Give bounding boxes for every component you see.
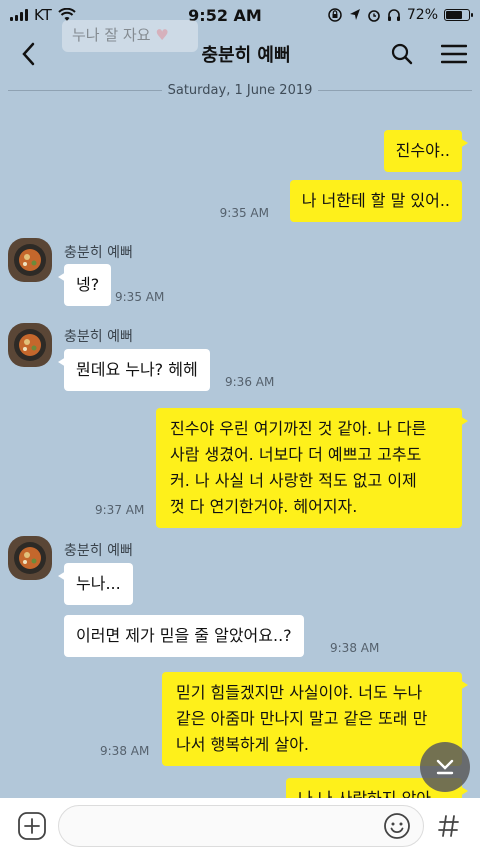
back-button[interactable]: [0, 30, 56, 78]
smiley-icon: [384, 813, 410, 839]
message-line: 같은 아줌마 만나지 말고 같은 또래 만: [176, 709, 428, 728]
carrier-label: KT: [34, 6, 52, 24]
my-message-bubble[interactable]: 진수야 우린 여기까진 것 같아. 나 다른 사람 생겼어. 너보다 더 예쁘고…: [156, 408, 468, 528]
message-input[interactable]: [58, 805, 424, 847]
location-icon: [349, 9, 360, 20]
avatar-photo: [8, 536, 52, 580]
message-line: 믿기 힘들겠지만 사실이야. 너도 누나: [176, 683, 423, 702]
sender-name: 충분히 예뻐: [64, 543, 133, 559]
headphones-icon: [387, 9, 400, 21]
their-message-bubble[interactable]: 이러면 제가 믿을 줄 알았어요..?: [64, 615, 304, 657]
signal-icon: [10, 9, 28, 21]
battery-icon: [444, 9, 473, 21]
message-line: 진수야 우린 여기까진 것 같아. 나 다른: [170, 419, 427, 438]
sender-name: 충분히 예뻐: [64, 329, 133, 345]
emoji-button[interactable]: [379, 808, 415, 844]
message-list[interactable]: Saturday, 1 June 2019 진수야.. 나 너한테 할 말 있어…: [0, 78, 480, 818]
message-time: 9:37 AM: [95, 503, 145, 517]
message-time: 9:38 AM: [330, 641, 380, 655]
heart-icon: ♥: [155, 26, 169, 44]
alarm-icon: [368, 10, 380, 22]
status-right: 72%: [290, 7, 473, 23]
plus-icon: [18, 812, 46, 840]
hamburger-menu-icon: [441, 44, 467, 64]
avatar-photo: [8, 238, 52, 282]
their-message-bubble[interactable]: 넹?: [57, 264, 112, 306]
message-time: 9:35 AM: [219, 206, 269, 220]
contact-avatar[interactable]: [8, 323, 52, 367]
orientation-lock-icon: [328, 8, 342, 22]
message-input-bar: [0, 798, 480, 854]
search-icon: [391, 43, 413, 65]
sender-name: 충분히 예뻐: [64, 245, 133, 261]
chevron-left-icon: [22, 42, 35, 66]
message-time: 9:35 AM: [115, 290, 165, 304]
menu-button[interactable]: [428, 30, 480, 78]
avatar-photo: [8, 323, 52, 367]
message-time: 9:38 AM: [100, 744, 150, 758]
message-line: 껏 다 연기한거야. 헤어지자.: [170, 497, 358, 516]
battery-percent: 72%: [406, 7, 438, 23]
chevron-down-icon: [436, 759, 454, 775]
my-message-bubble[interactable]: 믿기 힘들겠지만 사실이야. 너도 누나 같은 아줌마 만나지 말고 같은 또래…: [162, 672, 468, 766]
my-message-bubble[interactable]: 진수야..: [383, 130, 469, 172]
hash-icon: [438, 815, 459, 837]
their-message-bubble[interactable]: 누나...: [58, 563, 133, 605]
message-line: 사람 생겼어. 너보다 더 예쁘고 고추도: [170, 445, 422, 464]
contact-avatar[interactable]: [8, 238, 52, 282]
hash-button[interactable]: [424, 800, 474, 852]
search-button[interactable]: [376, 30, 428, 78]
their-message-bubble[interactable]: 뭔데요 누나? 헤헤: [58, 349, 210, 391]
date-separator: Saturday, 1 June 2019: [8, 80, 472, 100]
notification-banner[interactable]: 누나 잘 자요 ♥: [62, 20, 198, 52]
contact-avatar[interactable]: [8, 536, 52, 580]
my-message-bubble[interactable]: 나 너한테 할 말 있어..: [289, 180, 462, 222]
attach-button[interactable]: [6, 800, 58, 852]
message-line: 나서 행복하게 살아.: [176, 735, 310, 754]
message-line: 커. 나 사실 너 사랑한 적도 없고 이제: [170, 471, 417, 490]
battery-level: [446, 11, 462, 19]
scroll-to-bottom-button[interactable]: [420, 742, 470, 792]
message-time: 9:36 AM: [225, 375, 275, 389]
notification-text: 누나 잘 자요: [72, 26, 151, 44]
date-label: Saturday, 1 June 2019: [167, 82, 313, 98]
